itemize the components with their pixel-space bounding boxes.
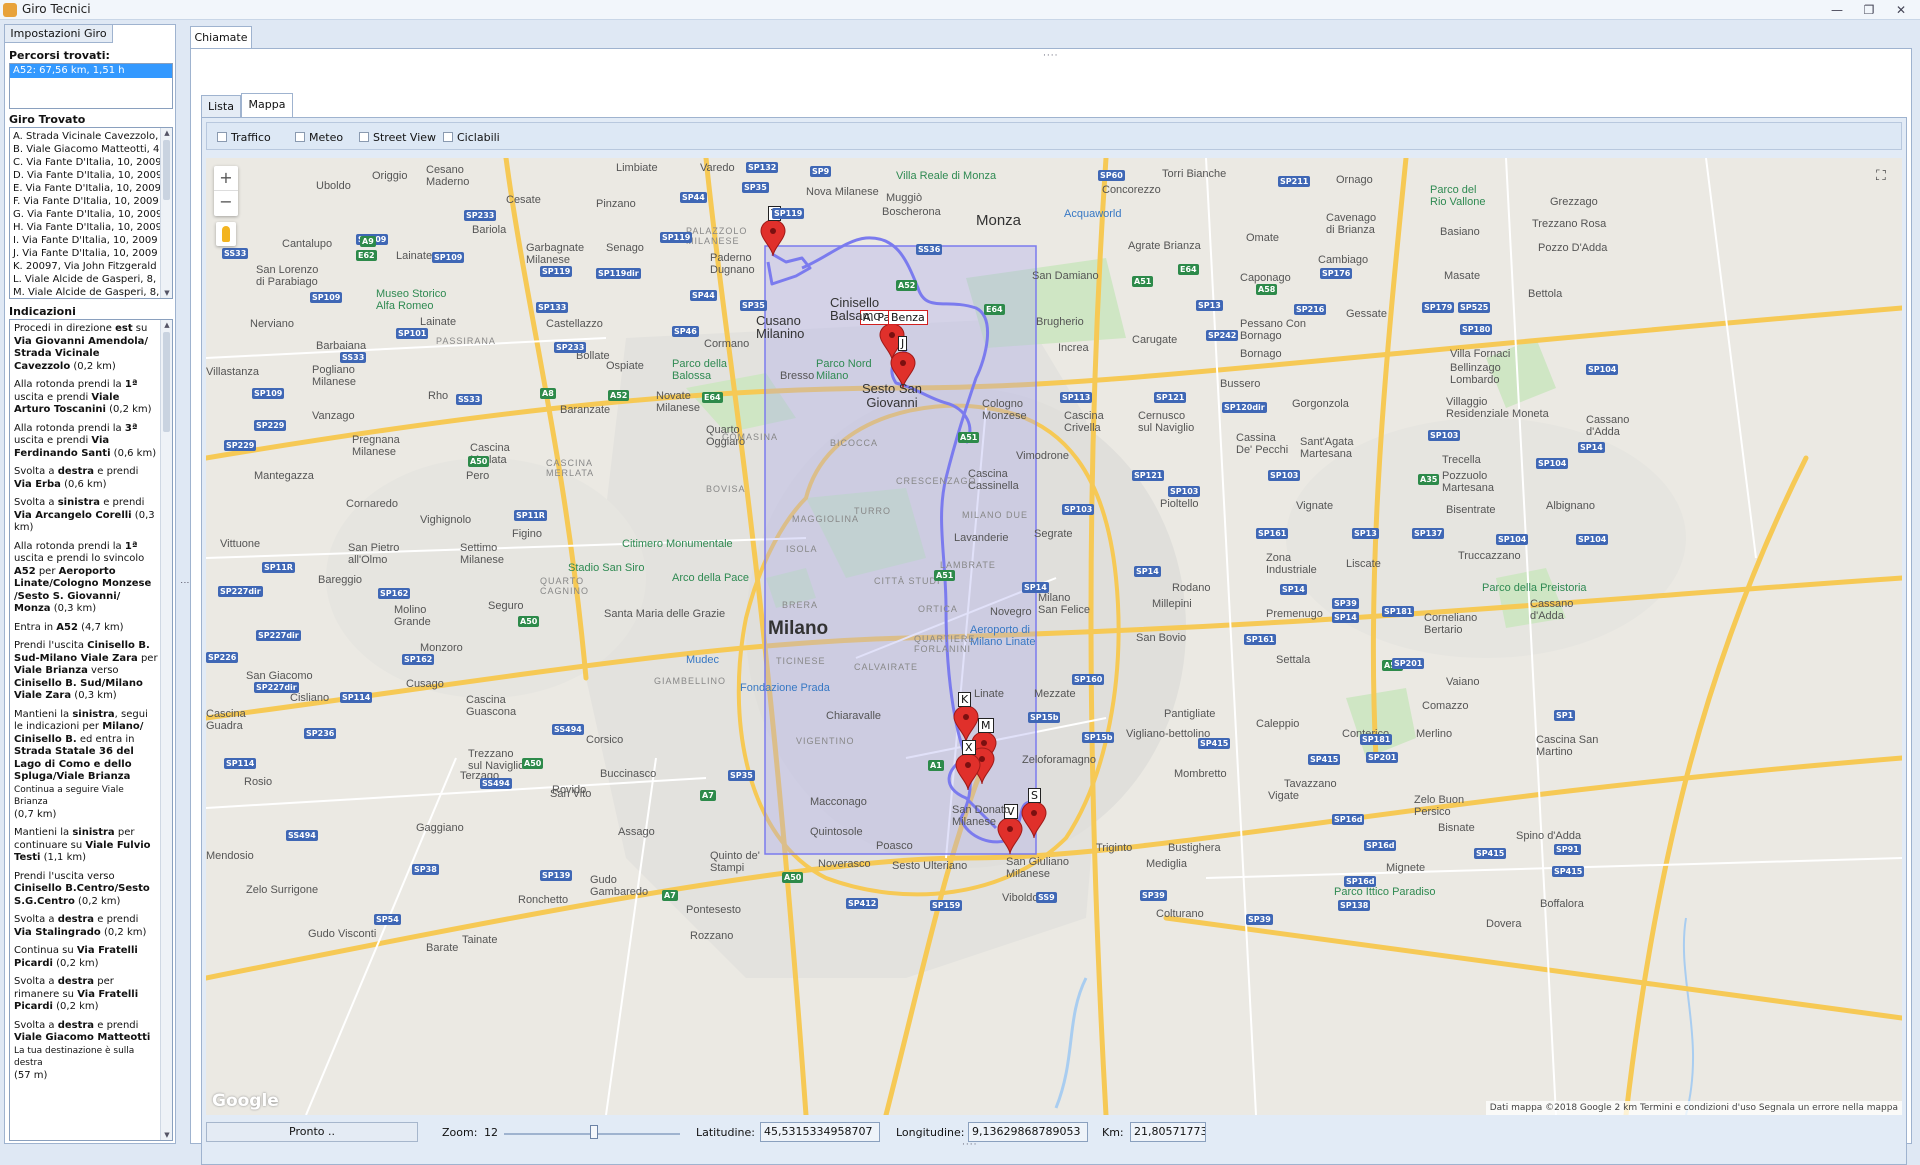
tour-list-scrollbar[interactable]: ▲ ▼ — [160, 128, 172, 298]
place-cologno-monzese: Cologno Monzese — [982, 398, 1027, 422]
longitude-label: Longitudine: — [896, 1126, 965, 1139]
directions-scrollbar[interactable]: ▲ ▼ — [160, 320, 172, 1140]
marker-label-k[interactable]: K — [958, 692, 972, 707]
direction-step[interactable]: Procedi in direzione est su Via Giovanni… — [10, 320, 172, 376]
direction-step[interactable]: Mantieni la sinistra, segui le indicazio… — [10, 706, 172, 825]
tour-list[interactable]: A. Strada Vicinale Cavezzolo, 2 B. Viale … — [9, 127, 173, 299]
map-frame: Traffico Meteo Street View Ciclabili A. … — [201, 117, 1907, 1165]
tour-list-item[interactable]: B. Viale Giacomo Matteotti, 42 — [10, 143, 160, 156]
pronto-button[interactable]: Pronto .. — [206, 1122, 418, 1142]
google-logo: Google — [212, 1091, 279, 1111]
latitude-label: Latitudine: — [696, 1126, 756, 1139]
tab-mappa[interactable]: Mappa — [241, 93, 293, 117]
main-panel: Chiamate ···· Lista Mappa Traffico Meteo… — [186, 22, 1916, 1165]
direction-step[interactable]: Alla rotonda prendi la 3ª uscita e prend… — [10, 420, 172, 464]
place-sesto-san-giovanni: Sesto San Giovanni — [862, 381, 922, 410]
longitude-field[interactable]: 9,13629868789053 — [968, 1122, 1088, 1142]
direction-step[interactable]: Svolta a destra e prendi Viale Giacomo M… — [10, 1017, 172, 1086]
zoom-slider-thumb[interactable] — [590, 1125, 598, 1139]
meteo-checkbox[interactable]: Meteo — [295, 131, 343, 144]
fullscreen-icon[interactable]: ⛶ — [1876, 168, 1892, 184]
place-cinisello-balsamo: Cinisello Balsamo — [830, 295, 881, 323]
tour-heading: Giro Trovato — [9, 113, 86, 126]
layer-toolbar: Traffico Meteo Street View Ciclabili — [206, 122, 1902, 150]
routes-list[interactable]: A52: 67,56 km, 1,51 h — [9, 63, 173, 109]
tour-list-item[interactable]: G. Via Fante D'Italia, 10, 2009 — [10, 208, 160, 221]
tour-list-item[interactable]: D. Via Fante D'Italia, 10, 2009 — [10, 169, 160, 182]
direction-step[interactable]: Svolta a destra e prendi Via Stalingrado… — [10, 911, 172, 942]
street-view-checkbox[interactable]: Street View — [359, 131, 436, 144]
direction-step[interactable]: Entra in A52 (4,7 km) — [10, 619, 172, 638]
marker-label-x[interactable]: X — [962, 740, 976, 755]
marker-label-j[interactable]: J — [898, 336, 908, 351]
map-zoom-control: + − — [214, 166, 238, 216]
tour-list-item[interactable]: H. Via Fante D'Italia, 10, 2009 — [10, 221, 160, 234]
route-item[interactable]: A52: 67,56 km, 1,51 h — [10, 64, 172, 78]
chiamate-content: ···· Lista Mappa Traffico Meteo Street V… — [190, 48, 1912, 1165]
direction-step[interactable]: Svolta a sinistra e prendi Via Arcangelo… — [10, 494, 172, 538]
direction-step[interactable]: Prendi l'uscita verso Cinisello B.Centro… — [10, 868, 172, 912]
map-view[interactable]: Y A. Pa Benza J K M X S V Milano Monza S… — [206, 158, 1902, 1115]
horizontal-splitter-bottom[interactable]: ···· — [962, 1140, 977, 1150]
tour-list-item[interactable]: I. Via Fante D'Italia, 10, 2009 — [10, 234, 160, 247]
routes-heading: Percorsi trovati: — [9, 49, 110, 62]
scroll-up-icon[interactable]: ▲ — [161, 320, 172, 330]
tour-list-item[interactable]: A. Strada Vicinale Cavezzolo, 2 — [10, 130, 160, 143]
latitude-field[interactable]: 45,5315334958707 — [760, 1122, 880, 1142]
place-san-donato: San Donato Milanese — [952, 804, 1011, 828]
tour-list-item[interactable]: M. Viale Alcide de Gasperi, 8, 2 — [10, 286, 160, 298]
place-san-giuliano: San Giuliano Milanese — [1006, 856, 1069, 880]
map-attribution[interactable]: Dati mappa ©2018 Google 2 km Termini e c… — [1485, 1101, 1902, 1115]
tab-chiamate[interactable]: Chiamate — [190, 26, 252, 48]
direction-step[interactable]: Svolta a destra e prendi Via Erba (0,6 k… — [10, 463, 172, 494]
zoom-out-icon[interactable]: − — [214, 190, 238, 214]
tour-list-item[interactable]: J. Via Fante D'Italia, 10, 2009 — [10, 247, 160, 260]
place-milano: Milano — [768, 618, 829, 639]
street-view-pegman-icon[interactable] — [216, 222, 236, 246]
scroll-down-icon[interactable]: ▼ — [161, 1130, 172, 1140]
direction-step[interactable]: Mantieni la sinistra per continuare su V… — [10, 824, 172, 868]
tour-list-item[interactable]: L. Viale Alcide de Gasperi, 8, 2 — [10, 273, 160, 286]
tour-list-item[interactable]: K. 20097, Via John Fitzgerald K — [10, 260, 160, 273]
window-title: Giro Tecnici — [22, 2, 91, 16]
horizontal-splitter-top[interactable]: ···· — [1043, 51, 1058, 61]
title-bar: Giro Tecnici — ❐ ✕ — [0, 0, 1920, 20]
km-field[interactable]: 21,805717739 — [1130, 1122, 1206, 1142]
tour-list-item[interactable]: E. Via Fante D'Italia, 10, 2009 — [10, 182, 160, 195]
map-canvas — [206, 158, 1902, 1115]
directions-heading: Indicazioni — [9, 305, 76, 318]
traffico-checkbox[interactable]: Traffico — [217, 131, 271, 144]
km-label: Km: — [1102, 1126, 1124, 1139]
close-icon[interactable]: ✕ — [1890, 2, 1912, 18]
minimize-icon[interactable]: — — [1826, 2, 1848, 18]
tour-list-item[interactable]: F. Via Fante D'Italia, 10, 2009 — [10, 195, 160, 208]
direction-step[interactable]: Svolta a destra per rimanere su Via Frat… — [10, 973, 172, 1017]
scroll-down-icon[interactable]: ▼ — [161, 288, 172, 298]
restore-icon[interactable]: ❐ — [1858, 2, 1880, 18]
tab-lista[interactable]: Lista — [201, 95, 241, 117]
marker-label-b[interactable]: Benza — [888, 310, 928, 325]
marker-label-s[interactable]: S — [1028, 788, 1041, 803]
scroll-thumb[interactable] — [163, 332, 170, 432]
ciclabili-checkbox[interactable]: Ciclabili — [443, 131, 500, 144]
direction-step[interactable]: Prendi l'uscita Cinisello B. Sud-Milano … — [10, 637, 172, 706]
place-monza: Monza — [976, 212, 1022, 229]
marker-label-m[interactable]: M — [978, 718, 994, 733]
tour-list-item[interactable]: C. Via Fante D'Italia, 10, 2009 — [10, 156, 160, 169]
zoom-label: Zoom: — [442, 1126, 478, 1139]
zoom-in-icon[interactable]: + — [214, 166, 238, 190]
scroll-up-icon[interactable]: ▲ — [161, 128, 172, 138]
directions-list[interactable]: Procedi in direzione est su Via Giovanni… — [9, 319, 173, 1141]
settings-panel: Impostazioni Giro Percorsi trovati: A52:… — [4, 24, 176, 1144]
place-cusano-milanino: Cusano Milanino — [756, 313, 805, 341]
direction-step[interactable]: Alla rotonda prendi la 1ª uscita e prend… — [10, 376, 172, 420]
direction-step[interactable]: Continua su Via Fratelli Picardi (0,2 km… — [10, 942, 172, 973]
direction-step[interactable]: Alla rotonda prendi la 1ª uscita e prend… — [10, 538, 172, 619]
app-icon — [3, 3, 17, 17]
status-bar: Pronto .. Zoom: 12 Latitudine: 45,531533… — [206, 1118, 1902, 1148]
zoom-value: 12 — [484, 1126, 498, 1139]
tab-impostazioni-giro[interactable]: Impostazioni Giro — [5, 25, 113, 43]
scroll-thumb[interactable] — [163, 140, 170, 200]
